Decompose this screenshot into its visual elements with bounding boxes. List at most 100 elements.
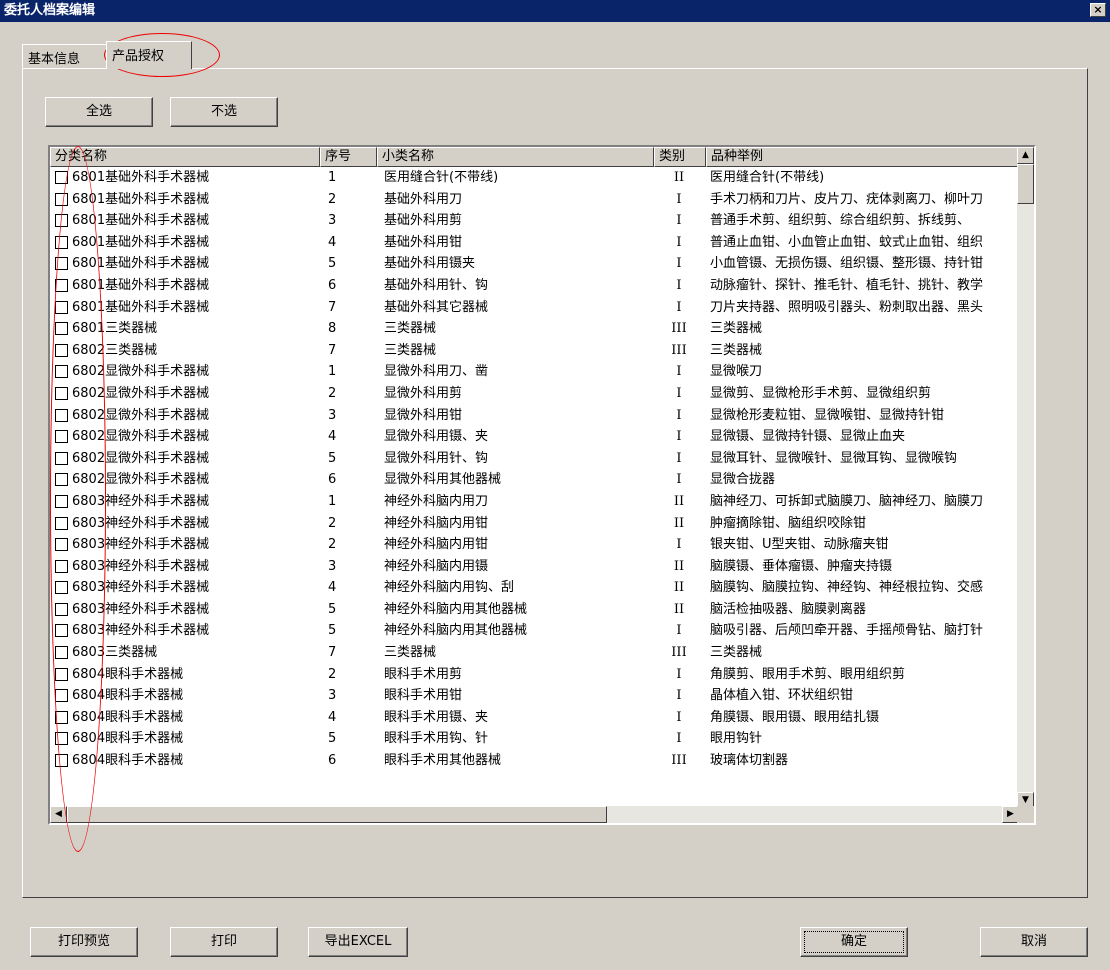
authorization-list[interactable]: 分类名称 序号 小类名称 类别 品种举例 6801基础外科手术器械 1 医用缝合针(…: [48, 145, 1036, 825]
tab-basic-info[interactable]: 基本信息: [22, 44, 108, 68]
table-row[interactable]: 6803神经外科手术器械 2 神经外科脑内用钳 II 肿瘤摘除钳、脑组织咬除钳: [50, 513, 1034, 535]
cell-class: I: [676, 385, 682, 401]
cell-category: 6802三类器械: [72, 342, 158, 358]
cell-class: I: [676, 472, 682, 488]
cell-number: 5: [328, 256, 337, 272]
cell-subcategory: 基础外科其它器械: [384, 299, 489, 315]
cell-category: 6801基础外科手术器械: [72, 170, 210, 185]
cell-class: II: [673, 580, 685, 596]
table-row[interactable]: 6802显微外科手术器械 5 显微外科用针、钩 I 显微耳针、显微喉针、显微耳钩、显微喉…: [50, 448, 1034, 470]
cell-number: 5: [328, 623, 337, 639]
cell-number: 3: [328, 407, 337, 423]
cell-examples: 三类器械: [710, 342, 763, 358]
table-row[interactable]: 6803神经外科手术器械 5 神经外科脑内用其他器械 II 脑活检抽吸器、脑膜剥离器: [50, 599, 1034, 621]
table-row[interactable]: 6801三类器械 8 三类器械 III 三类器械: [50, 318, 1034, 340]
col-header-subcategory[interactable]: 小类名称: [377, 147, 654, 167]
select-all-button[interactable]: 全选: [45, 97, 153, 127]
cell-examples: 动脉瘤针、探针、推毛针、植毛针、挑针、教学: [710, 277, 984, 293]
cell-subcategory: 神经外科脑内用钳: [384, 537, 489, 553]
table-row[interactable]: 6804眼科手术器械 5 眼科手术用钩、针 I 眼用钩针: [50, 728, 1034, 750]
cell-class: I: [676, 191, 682, 207]
cell-class: I: [676, 234, 682, 250]
select-none-button[interactable]: 不选: [170, 97, 278, 127]
cell-category: 6802显微外科手术器械: [72, 385, 210, 401]
table-row[interactable]: 6803神经外科手术器械 3 神经外科脑内用镊 II 脑膜镊、垂体瘤镊、肿瘤夹持镊: [50, 556, 1034, 578]
cell-class: I: [676, 299, 682, 315]
cell-class: II: [673, 515, 685, 531]
table-row[interactable]: 6803神经外科手术器械 1 神经外科脑内用刀 II 脑神经刀、可拆卸式脑膜刀、脑神经刀…: [50, 491, 1034, 513]
col-header-examples[interactable]: 品种举例: [706, 147, 1034, 167]
cell-examples: 肿瘤摘除钳、脑组织咬除钳: [710, 515, 867, 531]
cancel-button[interactable]: 取消: [980, 927, 1088, 957]
col-header-number[interactable]: 序号: [320, 147, 377, 167]
table-row[interactable]: 6801基础外科手术器械 3 基础外科用剪 I 普通手术剪、组织剪、综合组织剪、拆线剪、: [50, 210, 1034, 232]
cell-examples: 普通手术剪、组织剪、综合组织剪、拆线剪、: [710, 213, 971, 229]
cell-number: 5: [328, 601, 337, 617]
table-row[interactable]: 6802显微外科手术器械 2 显微外科用剪 I 显微剪、显微枪形手术剪、显微组织剪: [50, 383, 1034, 405]
vertical-scrollbar[interactable]: ▲ ▼: [1017, 147, 1034, 809]
export-excel-button[interactable]: 导出EXCEL: [308, 927, 408, 957]
cell-examples: 银夹钳、U型夹钳、动脉瘤夹钳: [710, 537, 889, 553]
table-row[interactable]: 6802显微外科手术器械 4 显微外科用镊、夹 I 显微镊、显微持针镊、显微止血夹: [50, 426, 1034, 448]
cell-number: 4: [328, 709, 337, 725]
table-row[interactable]: 6803三类器械 7 三类器械 III 三类器械: [50, 642, 1034, 664]
cell-examples: 脑吸引器、后颅凹牵开器、手摇颅骨钻、脑打针: [710, 623, 984, 639]
cell-subcategory: 眼科手术用镊、夹: [384, 709, 489, 725]
cell-class: III: [671, 753, 687, 769]
table-row[interactable]: 6803神经外科手术器械 5 神经外科脑内用其他器械 I 脑吸引器、后颅凹牵开器、手摇颅…: [50, 620, 1034, 642]
cell-examples: 显微枪形麦粒钳、显微喉钳、显微持针钳: [710, 407, 945, 423]
cell-subcategory: 神经外科脑内用钩、刮: [384, 580, 515, 596]
list-header: 分类名称 序号 小类名称 类别 品种举例: [50, 147, 1034, 167]
cell-class: I: [676, 256, 682, 272]
cell-number: 2: [328, 666, 337, 682]
cell-subcategory: 基础外科用针、钩: [384, 277, 489, 293]
cell-number: 2: [328, 191, 337, 207]
table-row[interactable]: 6801基础外科手术器械 2 基础外科用刀 I 手术刀柄和刀片、皮片刀、疣体剥离刀、柳叶…: [50, 189, 1034, 211]
cell-examples: 小血管镊、无损伤镊、组织镊、整形镊、持针钳: [710, 256, 984, 272]
table-row[interactable]: 6802显微外科手术器械 1 显微外科用刀、凿 I 显微喉刀: [50, 361, 1034, 383]
table-row[interactable]: 6802三类器械 7 三类器械 III 三类器械: [50, 340, 1034, 362]
table-row[interactable]: 6804眼科手术器械 6 眼科手术用其他器械 III 玻璃体切割器: [50, 750, 1034, 772]
cell-category: 6801三类器械: [72, 321, 158, 337]
scroll-up-icon[interactable]: ▲: [1017, 147, 1034, 164]
window-title: 委托人档案编辑: [4, 3, 96, 18]
col-header-class[interactable]: 类别: [654, 147, 706, 167]
cell-category: 6803神经外科手术器械: [72, 493, 210, 509]
table-row[interactable]: 6801基础外科手术器械 6 基础外科用针、钩 I 动脉瘤针、探针、推毛针、植毛针、挑针…: [50, 275, 1034, 297]
horizontal-scroll-thumb[interactable]: [67, 806, 607, 823]
col-header-category[interactable]: 分类名称: [50, 147, 320, 167]
cell-category: 6803神经外科手术器械: [72, 623, 210, 639]
cell-number: 7: [328, 645, 337, 661]
print-preview-button[interactable]: 打印预览: [30, 927, 138, 957]
cell-subcategory: 眼科手术用钩、针: [384, 731, 489, 747]
table-row[interactable]: 6803神经外科手术器械 4 神经外科脑内用钩、刮 II 脑膜钩、脑膜拉钩、神经钩、神经…: [50, 577, 1034, 599]
cell-examples: 脑膜钩、脑膜拉钩、神经钩、神经根拉钩、交感: [710, 580, 984, 596]
cell-number: 4: [328, 429, 337, 445]
cell-subcategory: 显微外科用刀、凿: [384, 364, 489, 380]
cell-category: 6802显微外科手术器械: [72, 472, 210, 488]
ok-button[interactable]: 确定: [800, 927, 908, 957]
close-icon[interactable]: ×: [1090, 3, 1106, 17]
cell-subcategory: 显微外科用其他器械: [384, 472, 502, 488]
cell-number: 4: [328, 580, 337, 596]
vertical-scroll-thumb[interactable]: [1017, 164, 1034, 204]
print-button[interactable]: 打印: [170, 927, 278, 957]
cell-category: 6803神经外科手术器械: [72, 537, 210, 553]
table-row[interactable]: 6804眼科手术器械 3 眼科手术用钳 I 晶体植入钳、环状组织钳: [50, 685, 1034, 707]
table-row[interactable]: 6804眼科手术器械 2 眼科手术用剪 I 角膜剪、眼用手术剪、眼用组织剪: [50, 664, 1034, 686]
table-row[interactable]: 6801基础外科手术器械 4 基础外科用钳 I 普通止血钳、小血管止血钳、蚊式止血钳、组…: [50, 232, 1034, 254]
cell-category: 6801基础外科手术器械: [72, 213, 210, 229]
table-row[interactable]: 6801基础外科手术器械 1 医用缝合针(不带线) II 医用缝合针(不带线): [50, 167, 1034, 189]
cell-examples: 三类器械: [710, 645, 763, 661]
table-row[interactable]: 6802显微外科手术器械 6 显微外科用其他器械 I 显微合拢器: [50, 469, 1034, 491]
tab-product-authorization[interactable]: 产品授权: [106, 41, 192, 69]
horizontal-scrollbar[interactable]: ◀ ▶: [50, 806, 1034, 823]
cell-number: 5: [328, 450, 337, 466]
table-row[interactable]: 6802显微外科手术器械 3 显微外科用钳 I 显微枪形麦粒钳、显微喉钳、显微持针钳: [50, 405, 1034, 427]
cell-examples: 显微剪、显微枪形手术剪、显微组织剪: [710, 385, 932, 401]
table-row[interactable]: 6803神经外科手术器械 2 神经外科脑内用钳 I 银夹钳、U型夹钳、动脉瘤夹钳: [50, 534, 1034, 556]
table-row[interactable]: 6801基础外科手术器械 7 基础外科其它器械 I 刀片夹持器、照明吸引器头、粉刺取出器…: [50, 297, 1034, 319]
table-row[interactable]: 6801基础外科手术器械 5 基础外科用镊夹 I 小血管镊、无损伤镊、组织镊、整形镊、持…: [50, 253, 1034, 275]
table-row[interactable]: 6804眼科手术器械 4 眼科手术用镊、夹 I 角膜镊、眼用镊、眼用结扎镊: [50, 707, 1034, 729]
highlight-oval-column: [50, 146, 106, 852]
